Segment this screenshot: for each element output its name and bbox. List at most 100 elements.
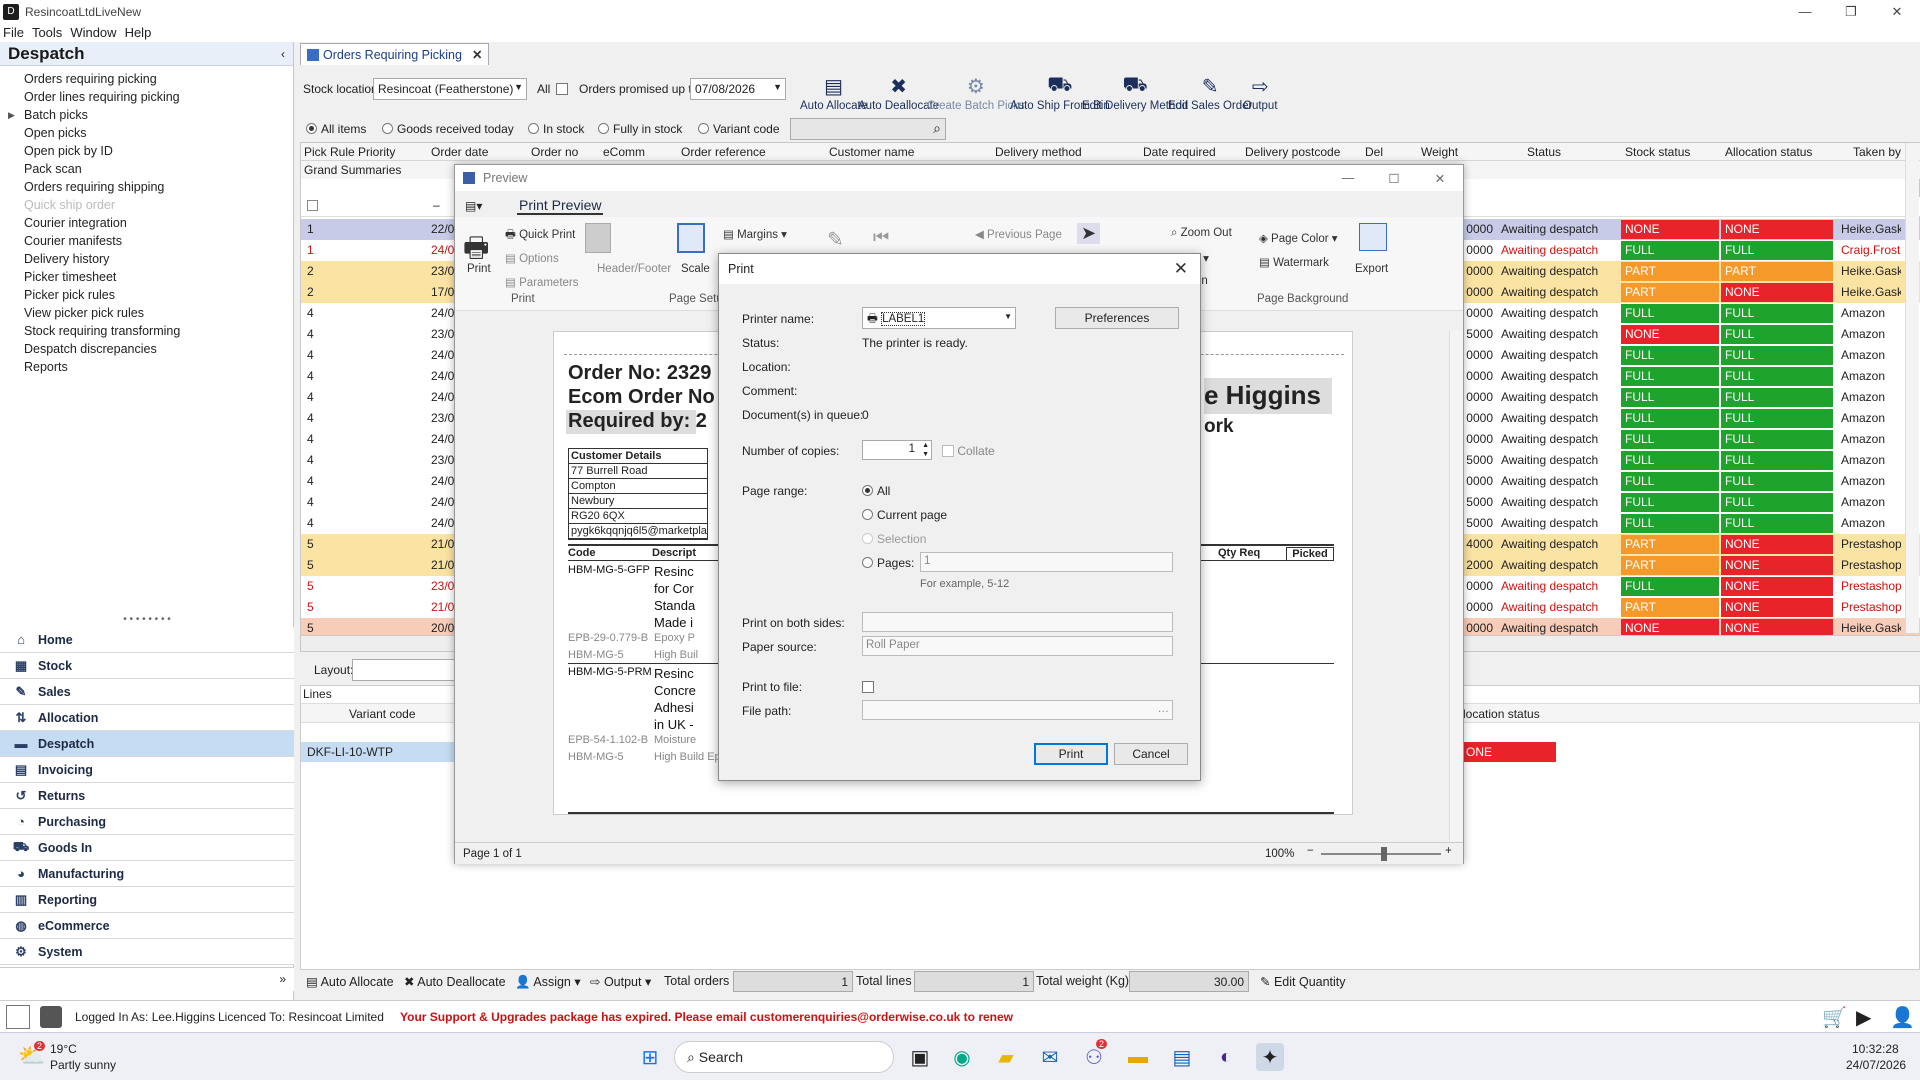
ribbon-watermark[interactable]: ▤ Watermark [1259, 255, 1329, 269]
paper-source-select[interactable]: Roll Paper [862, 636, 1173, 656]
nav-sales[interactable]: ✎ Sales [0, 679, 294, 705]
close-tab-icon[interactable]: ✕ [472, 47, 482, 62]
despatch-link[interactable]: Open pick by ID [24, 142, 293, 160]
range-selection[interactable]: Selection [862, 532, 926, 546]
print-button[interactable]: Print [1034, 743, 1108, 765]
nav-home[interactable]: ⌂ Home [0, 627, 294, 653]
filter-in-stock[interactable]: In stock [528, 122, 584, 136]
ribbon-export[interactable]: Export [1355, 263, 1388, 275]
despatch-link[interactable]: Picker pick rules [24, 286, 293, 304]
cart-icon[interactable]: 🛒 [1822, 1005, 1847, 1030]
bottom-auto-allocate[interactable]: ▤ Auto Allocate [306, 974, 394, 989]
preview-close[interactable]: ✕ [1417, 165, 1463, 191]
nav-purchasing[interactable]: ◔ Purchasing [0, 809, 294, 835]
edit-quantity-button[interactable]: ✎ Edit Quantity [1260, 974, 1346, 989]
despatch-link[interactable]: Pack scan [24, 160, 293, 178]
column-header[interactable]: Taken by [1853, 145, 1901, 159]
both-sides-select[interactable] [862, 612, 1173, 632]
column-header[interactable]: Customer name [829, 145, 914, 159]
despatch-link[interactable]: Batch picks ▶ [8, 106, 293, 124]
ribbon-options[interactable]: ▤ Options [505, 251, 559, 265]
despatch-link[interactable]: Order lines requiring picking [24, 88, 293, 106]
column-header[interactable]: Status [1527, 145, 1561, 159]
printer-name-select[interactable]: 🖶 LABEL1 ▼ [862, 307, 1016, 329]
nav-allocation[interactable]: ⇅ Allocation [0, 705, 294, 731]
despatch-link[interactable]: Despatch discrepancies [24, 340, 293, 358]
despatch-link[interactable]: Delivery history [24, 250, 293, 268]
ribbon-quick-print[interactable]: 🖶 Quick Print [505, 227, 575, 246]
stock-location-select[interactable]: Resincoat (Featherstone) ▼ [373, 78, 527, 100]
filter-variant-code[interactable]: Variant code [698, 122, 780, 136]
tab-orders-requiring-picking[interactable]: Orders Requiring Picking ✕ [300, 43, 490, 65]
menu-file[interactable]: File [3, 25, 24, 40]
nav-manufacturing[interactable]: ◕ Manufacturing [0, 861, 294, 887]
despatch-link[interactable]: Reports [24, 358, 293, 376]
line-row[interactable]: DKF-LI-10-WTP [301, 742, 456, 762]
minimize-button[interactable]: — [1782, 0, 1828, 23]
despatch-link[interactable]: Stock requiring transforming [24, 322, 293, 340]
filter-fully-in-stock[interactable]: Fully in stock [598, 122, 682, 136]
column-header[interactable]: Pick Rule Priority [304, 145, 395, 159]
column-header[interactable]: eComm [603, 145, 645, 159]
column-header[interactable]: Date required [1143, 145, 1216, 159]
nav-returns[interactable]: ↺ Returns [0, 783, 294, 809]
ribbon-header-footer[interactable]: Header/Footer [597, 263, 671, 275]
outlook-icon[interactable]: ✉ [1036, 1043, 1064, 1071]
ribbon-page-color[interactable]: ◈ Page Color ▾ [1259, 231, 1338, 245]
pointer-icon[interactable]: ➤ [1077, 223, 1101, 244]
ribbon-margins[interactable]: ▤ Margins ▾ [723, 227, 787, 241]
column-header[interactable]: Delivery method [995, 145, 1082, 159]
output-button[interactable]: ⇨ Output [1243, 66, 1278, 114]
task-view-icon[interactable]: ▣ [906, 1043, 934, 1071]
column-header[interactable]: Delivery postcode [1245, 145, 1340, 159]
ribbon-zoom-out[interactable]: ⌕ Zoom Out [1171, 227, 1232, 240]
tab-print-preview[interactable]: Print Preview [517, 197, 604, 215]
start-icon[interactable]: ⊞ [636, 1043, 664, 1071]
despatch-link[interactable]: Orders requiring picking [24, 70, 293, 88]
collate-checkbox[interactable]: Collate [942, 444, 995, 458]
sticky-notes-icon[interactable]: ▰ [992, 1043, 1020, 1071]
nav-system[interactable]: ⚙ System [0, 939, 294, 965]
taskbar-search[interactable]: ⌕ Search [674, 1041, 894, 1073]
despatch-link[interactable]: Quick ship order [24, 196, 293, 214]
ribbon-print[interactable]: Print [467, 263, 491, 275]
vertical-scrollbar[interactable] [1905, 143, 1919, 633]
column-header[interactable]: Stock status [1625, 145, 1690, 159]
preferences-button[interactable]: Preferences [1055, 307, 1179, 329]
nav-ecommerce[interactable]: ◍ eCommerce [0, 913, 294, 939]
status-icon-2[interactable] [40, 1006, 62, 1028]
column-header[interactable]: Weight [1421, 145, 1458, 159]
menu-window[interactable]: Window [70, 25, 116, 40]
nav-stock[interactable]: ▦ Stock [0, 653, 294, 679]
ribbon-previous-page[interactable]: ◀ Previous Page [975, 227, 1062, 241]
bottom-assign[interactable]: 👤 Assign ▾ [515, 974, 581, 990]
zoom-slider[interactable] [1321, 847, 1441, 861]
restore-button[interactable]: ❐ [1828, 0, 1874, 23]
notepad-icon[interactable]: ▤ [1168, 1043, 1196, 1071]
despatch-link[interactable]: Picker timesheet [24, 268, 293, 286]
bottom-auto-deallocate[interactable]: ✖ Auto Deallocate [404, 974, 506, 989]
app-icon-g[interactable]: ◐ [1212, 1043, 1240, 1071]
play-icon[interactable]: ▶ [1856, 1005, 1871, 1030]
ribbon-menu-icon[interactable]: ▤▾ [465, 199, 482, 213]
filter-goods-received[interactable]: Goods received today [382, 122, 514, 136]
zoom-out-icon[interactable]: − [1307, 845, 1314, 857]
print-to-file-checkbox[interactable] [862, 681, 874, 693]
range-current-page[interactable]: Current page [862, 508, 947, 522]
despatch-link[interactable]: Open picks [24, 124, 293, 142]
menu-help[interactable]: Help [125, 25, 152, 40]
dialog-close-icon[interactable]: ✕ [1174, 259, 1188, 279]
variant-search-input[interactable]: ⌕ [790, 118, 946, 140]
preview-minimize[interactable]: — [1325, 165, 1371, 191]
column-header[interactable]: Order reference [681, 145, 766, 159]
file-path-input[interactable]: … [862, 700, 1173, 720]
expand-icon[interactable]: ▶ [8, 106, 15, 124]
explorer-icon[interactable]: ▬ [1124, 1043, 1152, 1071]
column-header[interactable]: Allocation status [1725, 145, 1812, 159]
column-header[interactable]: Order no [531, 145, 578, 159]
panel-splitter[interactable]: • • • • • • • • [0, 615, 294, 625]
ribbon-parameters[interactable]: ▤ Parameters [505, 275, 579, 289]
copies-stepper[interactable]: 1 ▲ ▼ [862, 440, 932, 460]
filter-all-items[interactable]: All items [306, 122, 366, 136]
collapse-panel-icon[interactable]: ‹ [281, 47, 285, 61]
